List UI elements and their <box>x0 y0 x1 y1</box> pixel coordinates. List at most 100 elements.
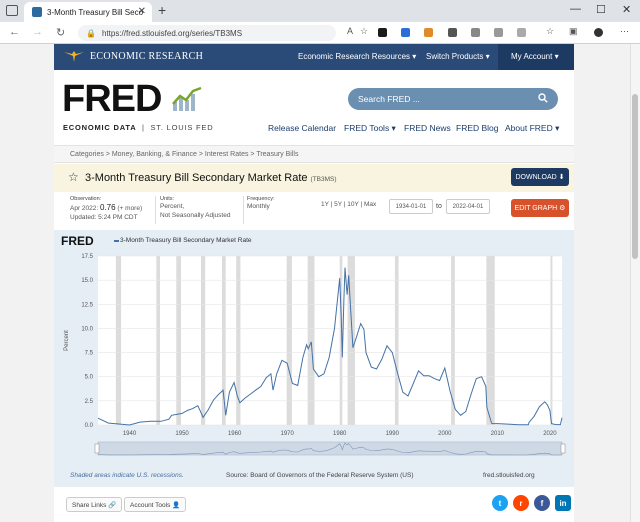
share-links-button[interactable]: Share Links 🔗 <box>66 497 123 512</box>
forward-arrow-icon[interactable]: → <box>32 26 43 38</box>
nav-fred-tools[interactable]: FRED Tools ▾ <box>344 123 396 134</box>
linkedin-icon[interactable]: in <box>555 495 571 511</box>
fred-page: ECONOMIC RESEARCH Economic Research Reso… <box>54 44 574 522</box>
gear-icon: ⚙ <box>559 205 566 212</box>
units-label: Units: <box>160 196 175 202</box>
x-tick-label: 1940 <box>123 431 137 437</box>
recession-band <box>486 256 495 425</box>
subtitle-st-louis-fed: ST. LOUIS FED <box>150 123 214 132</box>
fred-logo[interactable]: FRED <box>62 80 162 118</box>
search-icon[interactable] <box>538 93 548 103</box>
read-aloud-icon[interactable]: A <box>347 26 353 36</box>
navigator-handle-right[interactable] <box>560 443 566 454</box>
facebook-icon[interactable]: f <box>534 495 550 511</box>
new-tab-button[interactable]: + <box>158 2 166 18</box>
series-title: 3-Month Treasury Bill Secondary Market R… <box>85 172 337 184</box>
download-label: DOWNLOAD <box>515 173 557 181</box>
more-menu-icon[interactable]: ⋯ <box>620 26 629 37</box>
reddit-icon[interactable]: r <box>513 495 529 511</box>
end-date-input[interactable]: 2022-04-01 <box>446 199 490 214</box>
recession-band <box>176 256 182 425</box>
scrollbar-thumb[interactable] <box>632 94 638 259</box>
address-bar: ← → ↻ 🔒 https://fred.stlouisfed.org/seri… <box>0 22 640 44</box>
extension-camera-icon[interactable] <box>471 28 480 37</box>
edit-graph-button[interactable]: EDIT GRAPH ⚙ <box>511 199 569 217</box>
url-text: https://fred.stlouisfed.org/series/TB3MS <box>101 28 243 38</box>
extension-x-icon[interactable] <box>378 28 387 37</box>
favorite-star-icon[interactable]: ☆ <box>360 26 368 37</box>
refresh-icon[interactable]: ↻ <box>56 26 65 39</box>
recession-band <box>307 256 315 425</box>
nav-my-account[interactable]: My Account ▾ <box>511 52 559 61</box>
download-button[interactable]: DOWNLOAD ⬇ <box>511 168 569 186</box>
profile-avatar-icon[interactable] <box>594 28 603 37</box>
y-tick-label: 10.0 <box>81 326 93 332</box>
line-chart[interactable]: 0.0 2.5 5.0 7.5 10.0 12.5 15.0 17.5 1940 1950 1960… <box>54 248 574 470</box>
back-arrow-icon[interactable]: ← <box>9 26 20 38</box>
fred-favicon-icon <box>32 7 42 17</box>
account-tools-button[interactable]: Account Tools 👤 <box>124 497 187 512</box>
y-tick-label: 12.5 <box>81 302 93 308</box>
updated-time: Updated: 5:24 PM CDT <box>70 214 138 222</box>
recession-band <box>115 256 122 425</box>
observation-block: Observation: Apr 2022: 0.76 (+ more) Upd… <box>70 196 142 223</box>
range-navigator <box>97 441 563 456</box>
frequency-label: Frequency: <box>247 196 275 202</box>
observation-more-link[interactable]: (+ more) <box>117 205 142 212</box>
favorites-bar-icon[interactable]: ☆ <box>546 26 554 37</box>
favorite-star-icon[interactable]: ☆ <box>68 170 79 184</box>
search-box <box>348 88 558 110</box>
series-id: (TB3MS) <box>310 176 337 183</box>
nav-release-calendar[interactable]: Release Calendar <box>268 123 336 133</box>
x-tick-label: 1950 <box>175 431 189 437</box>
recession-band <box>394 256 399 425</box>
start-date-input[interactable]: 1934-01-01 <box>389 199 433 214</box>
recession-band <box>200 256 206 425</box>
extension-puzzle-icon[interactable] <box>517 28 526 37</box>
nav-about-fred[interactable]: About FRED ▾ <box>505 123 559 134</box>
x-tick-label: 1980 <box>333 431 347 437</box>
browser-tab[interactable]: 3-Month Treasury Bill Secondary ✕ <box>24 2 152 22</box>
search-input[interactable] <box>358 94 528 104</box>
units-line-1: Percent, <box>160 203 185 211</box>
maximize-button[interactable]: ☐ <box>596 3 606 16</box>
lock-icon: 🔒 <box>86 28 96 38</box>
observation-date: Apr 2022: <box>70 205 99 213</box>
range-selector[interactable]: 1Y | 5Y | 10Y | Max <box>321 201 376 208</box>
eagle-icon <box>64 51 84 62</box>
navigator-handle-left[interactable] <box>94 443 100 454</box>
recession-note[interactable]: Shaded areas indicate U.S. recessions. <box>70 472 184 479</box>
extension-download-icon[interactable] <box>424 28 433 37</box>
minimize-button[interactable]: — <box>570 3 581 15</box>
nav-fred-news[interactable]: FRED News <box>404 123 451 133</box>
twitter-icon[interactable]: t <box>492 495 508 511</box>
y-tick-label: 7.5 <box>85 351 94 357</box>
x-tick-label: 2010 <box>491 431 505 437</box>
breadcrumb[interactable]: Categories > Money, Banking, & Finance >… <box>54 145 574 163</box>
units-block: Units: Percent, Not Seasonally Adjusted <box>160 196 230 221</box>
close-window-button[interactable]: ✕ <box>622 3 631 16</box>
nav-fred-blog[interactable]: FRED Blog <box>456 123 499 133</box>
extension-arrow-icon[interactable] <box>401 28 410 37</box>
window-icon[interactable] <box>6 5 18 16</box>
collections-icon[interactable]: ▣ <box>569 26 578 37</box>
page-scrollbar[interactable] <box>630 44 640 522</box>
recession-band <box>156 256 161 425</box>
frequency-block: Frequency: Monthly <box>247 196 275 212</box>
extension-c-icon[interactable] <box>448 28 457 37</box>
extension-gear-icon[interactable] <box>494 28 503 37</box>
x-tick-label: 1960 <box>228 431 242 437</box>
fred-subtitle: ECONOMIC DATA | ST. LOUIS FED <box>63 123 214 132</box>
edit-graph-label: EDIT GRAPH <box>514 204 558 212</box>
nav-economic-research-resources[interactable]: Economic Research Resources ▾ <box>298 52 416 61</box>
bottom-toolbar: Share Links 🔗 Account Tools 👤 t r f in <box>54 490 574 522</box>
chart-legend-title: 3-Month Treasury Bill Secondary Market R… <box>120 237 252 244</box>
nav-switch-products[interactable]: Switch Products ▾ <box>426 52 490 61</box>
close-tab-icon[interactable]: ✕ <box>138 6 146 17</box>
url-field[interactable]: 🔒 https://fred.stlouisfed.org/series/TB3… <box>78 25 336 41</box>
chart-fred-logo: FRED <box>61 234 94 248</box>
recession-band <box>550 256 553 425</box>
economic-research-logo[interactable]: ECONOMIC RESEARCH <box>64 50 203 62</box>
y-tick-label: 0.0 <box>85 423 94 429</box>
y-tick-label: 17.5 <box>81 254 93 260</box>
